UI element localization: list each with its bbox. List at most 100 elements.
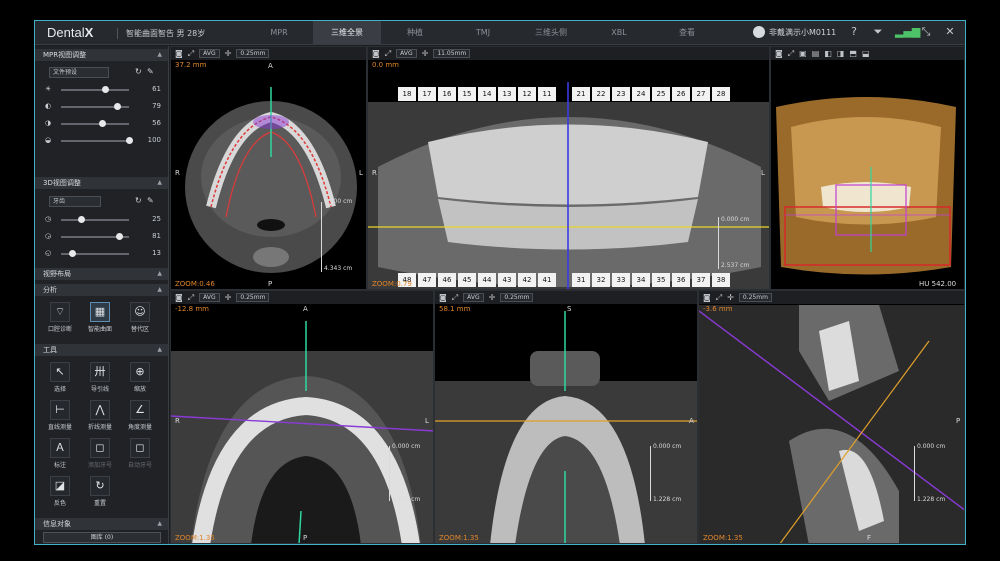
expand-icon[interactable]: ⤢ bbox=[188, 293, 194, 303]
expand-icon[interactable]: ⤢ bbox=[716, 293, 722, 303]
view-right-icon[interactable]: ◨ bbox=[837, 49, 845, 58]
user-account[interactable]: 非戴满示小M0111 bbox=[753, 26, 836, 38]
tool-10[interactable]: ↻ 重置 bbox=[81, 476, 119, 507]
expand-icon[interactable]: ⤢ bbox=[788, 49, 794, 59]
tooth-number[interactable]: 28 bbox=[712, 87, 730, 101]
tooth-number[interactable]: 35 bbox=[652, 273, 670, 287]
slider-knob[interactable] bbox=[102, 86, 110, 93]
tooth-number[interactable]: 25 bbox=[652, 87, 670, 101]
mpr-preset-select[interactable]: 文件预设 bbox=[49, 67, 109, 78]
camera-icon[interactable]: ◙ bbox=[372, 49, 380, 58]
mode-select[interactable]: AVG bbox=[199, 293, 220, 302]
tooth-number[interactable]: 23 bbox=[612, 87, 630, 101]
sagittal-view[interactable]: ◙ ⤢ ✛ 0.25mm -3.6 mm P 0.000 cm 1.228 cm… bbox=[698, 290, 965, 544]
view-top-icon[interactable]: ⬒ bbox=[849, 49, 857, 58]
3d-preset-select[interactable]: 牙齿 bbox=[49, 196, 101, 207]
thickness-select[interactable]: 0.25mm bbox=[236, 49, 270, 58]
slider-knob[interactable] bbox=[126, 137, 133, 144]
slider-knob[interactable] bbox=[113, 103, 121, 110]
camera-icon[interactable]: ◙ bbox=[175, 49, 183, 58]
reset-icon[interactable]: ↻ bbox=[135, 67, 142, 76]
tool-7[interactable]: ◻ 添加牙号 bbox=[81, 438, 119, 469]
volume-3d-view[interactable]: ◙ ⤢ ▣ ▤ ◧ ◨ ⬒ ⬓ HU 542.00 bbox=[770, 46, 965, 290]
tab-mpr[interactable]: MPR bbox=[245, 21, 313, 45]
help-icon[interactable]: ? bbox=[847, 25, 861, 39]
tab-view[interactable]: 查看 bbox=[653, 21, 721, 45]
mode-select[interactable]: AVG bbox=[396, 49, 417, 58]
slider-track[interactable] bbox=[61, 123, 129, 125]
expand-icon[interactable]: ⤢ bbox=[385, 49, 391, 59]
tooth-number[interactable]: 38 bbox=[712, 273, 730, 287]
fullscreen-icon[interactable]: ⤡ bbox=[919, 25, 933, 39]
mode-select[interactable]: AVG bbox=[199, 49, 220, 58]
expand-icon[interactable]: ⤢ bbox=[188, 49, 194, 59]
tab-implant[interactable]: 种植 bbox=[381, 21, 449, 45]
tooth-number[interactable]: 14 bbox=[478, 87, 496, 101]
slider-track[interactable] bbox=[61, 219, 129, 221]
expand-icon[interactable]: ⤢ bbox=[452, 293, 458, 303]
thickness-select[interactable]: 0.25mm bbox=[738, 293, 772, 302]
cross-icon[interactable]: ✛ bbox=[489, 293, 496, 302]
tooth-number[interactable]: 17 bbox=[418, 87, 436, 101]
mpr-slider-3[interactable]: ◒ 100 bbox=[45, 135, 161, 147]
mpr-slider-1[interactable]: ◐ 79 bbox=[45, 101, 161, 113]
slider-knob[interactable] bbox=[115, 233, 123, 240]
thickness-select[interactable]: 11.05mm bbox=[433, 49, 471, 58]
panoramic-view[interactable]: ◙ ⤢ AVG ✛ 11.05mm 18 17 16 15 14 13 12 11 21 22 23… bbox=[367, 46, 770, 290]
layout-header[interactable]: 视野布局 bbox=[35, 268, 168, 280]
slider-knob[interactable] bbox=[68, 250, 76, 257]
view-bottom-icon[interactable]: ⬓ bbox=[862, 49, 870, 58]
tooth-number[interactable]: 34 bbox=[632, 273, 650, 287]
tooth-number[interactable]: 26 bbox=[672, 87, 690, 101]
tab-3d-ceph[interactable]: 三维头侧 bbox=[517, 21, 585, 45]
tooth-number[interactable]: 43 bbox=[498, 273, 516, 287]
tool-6[interactable]: Ａ 标注 bbox=[41, 438, 79, 469]
camera-icon[interactable]: ◙ bbox=[175, 293, 183, 302]
tooth-number[interactable]: 42 bbox=[518, 273, 536, 287]
tool-0[interactable]: ↖ 选择 bbox=[41, 362, 79, 393]
thickness-select[interactable]: 0.25mm bbox=[500, 293, 534, 302]
library-button[interactable]: 图库 (0) bbox=[43, 532, 161, 543]
camera-icon[interactable]: ◙ bbox=[775, 49, 783, 58]
tooth-number[interactable]: 32 bbox=[592, 273, 610, 287]
tool-2[interactable]: ⊕ 缩放 bbox=[121, 362, 159, 393]
tooth-number[interactable]: 37 bbox=[692, 273, 710, 287]
tooth-number[interactable]: 12 bbox=[518, 87, 536, 101]
slider-track[interactable] bbox=[61, 89, 129, 91]
camera-icon[interactable]: ◙ bbox=[439, 293, 447, 302]
analysis-tool-2[interactable]: ☺ 替代区 bbox=[121, 302, 159, 333]
tooth-number[interactable]: 31 bbox=[572, 273, 590, 287]
camera-icon[interactable]: ◙ bbox=[703, 293, 711, 302]
cross-icon[interactable]: ✛ bbox=[225, 293, 232, 302]
tab-tmj[interactable]: TMJ bbox=[449, 21, 517, 45]
view-left-icon[interactable]: ◧ bbox=[824, 49, 832, 58]
tool-9[interactable]: ◪ 反色 bbox=[41, 476, 79, 507]
objects-header[interactable]: 信息对象 bbox=[35, 518, 168, 530]
slider-knob[interactable] bbox=[78, 216, 86, 223]
tooth-number[interactable]: 18 bbox=[398, 87, 416, 101]
coronal-view[interactable]: ◙ ⤢ AVG ✛ 0.25mm 58.1 mm S A 0.000 cm 1.… bbox=[434, 290, 698, 544]
mpr-slider-0[interactable]: ☀ 61 bbox=[45, 84, 161, 96]
tooth-number[interactable]: 21 bbox=[572, 87, 590, 101]
tool-4[interactable]: ⋀ 折线测量 bbox=[81, 400, 119, 431]
edit-icon[interactable]: ✎ bbox=[147, 67, 154, 76]
view3d-slider-2[interactable]: ◵ 13 bbox=[45, 248, 161, 260]
tab-3d-panorama[interactable]: 三维全景 bbox=[313, 21, 381, 45]
cross-icon[interactable]: ✛ bbox=[727, 293, 734, 302]
tooth-number[interactable]: 24 bbox=[632, 87, 650, 101]
analysis-tool-1[interactable]: ▦ 智能曲面 bbox=[81, 302, 119, 333]
cross-icon[interactable]: ✛ bbox=[225, 49, 232, 58]
cross-icon[interactable]: ✛ bbox=[422, 49, 429, 58]
tooth-number[interactable]: 11 bbox=[538, 87, 556, 101]
tab-xbl[interactable]: XBL bbox=[585, 21, 653, 45]
view-back-icon[interactable]: ▤ bbox=[812, 49, 820, 58]
view3d-slider-1[interactable]: ◶ 81 bbox=[45, 231, 161, 243]
tooth-number[interactable]: 45 bbox=[458, 273, 476, 287]
mode-select[interactable]: AVG bbox=[463, 293, 484, 302]
mpr-slider-2[interactable]: ◑ 56 bbox=[45, 118, 161, 130]
axial-view-top[interactable]: ◙ ⤢ AVG ✛ 0.25mm 37.2 mm A R L 0.000 cm … bbox=[170, 46, 367, 290]
tool-1[interactable]: 卅导引线 bbox=[81, 362, 119, 393]
tooth-number[interactable]: 13 bbox=[498, 87, 516, 101]
view3d-slider-0[interactable]: ◷ 25 bbox=[45, 214, 161, 226]
slider-track[interactable] bbox=[61, 140, 129, 142]
